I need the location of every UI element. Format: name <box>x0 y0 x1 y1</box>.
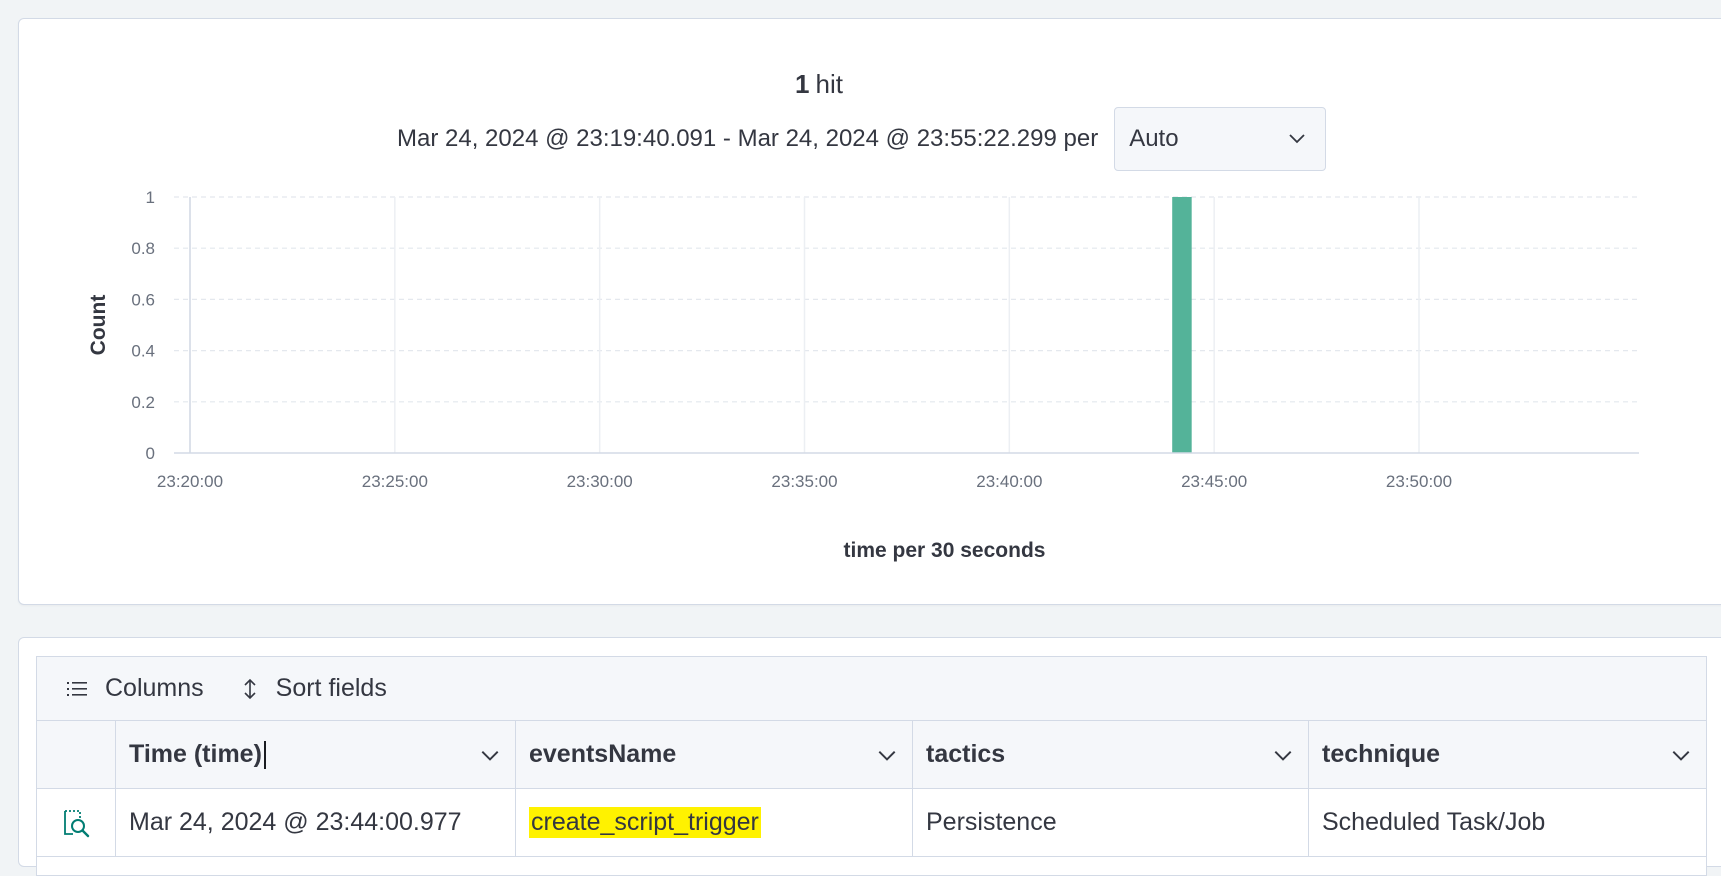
sort-fields-button[interactable]: Sort fields <box>242 674 387 703</box>
column-header-technique-label: technique <box>1322 740 1441 768</box>
cell-eventsname: create_script_trigger <box>516 789 913 856</box>
y-tick-label: 0.2 <box>131 393 155 412</box>
row-control-cell <box>37 789 116 856</box>
control-column-header <box>37 721 116 788</box>
cell-technique: Scheduled Task/Job <box>1322 808 1546 836</box>
cell-tactics: Persistence <box>913 789 1309 856</box>
y-tick-label: 0 <box>146 444 155 463</box>
sort-fields-label: Sort fields <box>275 674 387 702</box>
x-tick-label: 23:45:00 <box>1181 472 1247 491</box>
inspect-document-icon[interactable] <box>61 808 91 838</box>
chevron-down-icon[interactable] <box>1670 744 1692 766</box>
x-tick-label: 23:30:00 <box>567 472 633 491</box>
data-grid: Columns Sort fields Time (time) eventsNa… <box>36 656 1707 876</box>
y-tick-label: 0.8 <box>131 239 155 258</box>
histogram-panel: 0 0.2 0.4 0.6 0.8 1 23:20:00 23:25:00 23:30:00 23… <box>18 18 1721 605</box>
cell-time: Mar 24, 2024 @ 23:44:00.977 <box>116 789 516 856</box>
table-header-row: Time (time) eventsName tactics technique <box>37 721 1706 789</box>
column-header-time[interactable]: Time (time) <box>116 721 516 788</box>
hits-counter: 1 hit <box>19 69 1721 100</box>
y-tick-label: 0.4 <box>131 342 155 361</box>
grid-toolbar: Columns Sort fields <box>37 657 1706 721</box>
chart-bars <box>1172 197 1192 453</box>
sort-icon <box>244 678 256 699</box>
x-tick-label: 23:25:00 <box>362 472 428 491</box>
column-header-technique[interactable]: technique <box>1309 721 1706 788</box>
interval-select[interactable]: Auto <box>1114 107 1327 171</box>
time-range-row: Mar 24, 2024 @ 23:19:40.091 - Mar 24, 20… <box>397 107 1327 171</box>
chevron-down-icon[interactable] <box>479 744 501 766</box>
column-header-time-label: Time (time) <box>129 739 262 768</box>
columns-label: Columns <box>105 674 204 702</box>
chevron-down-icon[interactable] <box>876 744 898 766</box>
y-tick-label: 1 <box>146 188 155 207</box>
hits-label: hit <box>815 69 843 99</box>
column-header-eventsname[interactable]: eventsName <box>516 721 913 788</box>
chevron-down-icon[interactable] <box>1272 744 1294 766</box>
x-tick-label: 23:40:00 <box>976 472 1042 491</box>
text-cursor <box>263 741 266 770</box>
x-tick-label: 23:50:00 <box>1386 472 1452 491</box>
chevron-down-icon <box>1289 134 1305 144</box>
time-range-text: Mar 24, 2024 @ 23:19:40.091 - Mar 24, 20… <box>397 125 1099 152</box>
histogram-bar <box>1172 197 1192 453</box>
y-tick-label: 0.6 <box>131 290 155 309</box>
results-panel: Columns Sort fields Time (time) eventsNa… <box>18 637 1721 876</box>
search-highlight: create_script_trigger <box>529 807 761 838</box>
interval-value: Auto <box>1129 125 1179 152</box>
chart-axes: 0 0.2 0.4 0.6 0.8 1 23:20:00 23:25:00 23:30:00 23… <box>87 188 1639 562</box>
list-icon <box>67 681 87 696</box>
columns-button[interactable]: Columns <box>67 674 204 703</box>
hits-count: 1 <box>795 69 810 99</box>
x-axis-title: time per 30 seconds <box>844 539 1046 562</box>
y-axis-title: Count <box>87 295 110 356</box>
x-tick-label: 23:35:00 <box>771 472 837 491</box>
column-header-tactics-label: tactics <box>926 740 1006 768</box>
x-tick-label: 23:20:00 <box>157 472 223 491</box>
column-header-eventsname-label: eventsName <box>529 740 677 768</box>
column-header-tactics[interactable]: tactics <box>913 721 1309 788</box>
table-row: Mar 24, 2024 @ 23:44:00.977 create_scrip… <box>37 789 1706 857</box>
chart-grid <box>174 196 1639 453</box>
